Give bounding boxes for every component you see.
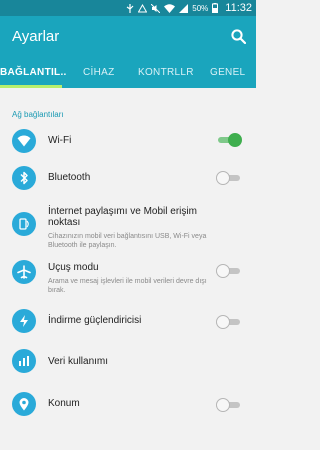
usb-icon (126, 3, 134, 13)
item-subtitle: Arama ve mesaj işlevleri ile mobil veril… (48, 278, 207, 294)
list-item-location[interactable]: Konum (0, 390, 256, 430)
location-toggle[interactable] (216, 398, 242, 412)
tab-controls[interactable]: KONTRLLR (138, 67, 194, 78)
search-icon[interactable] (231, 28, 246, 44)
airplane-mode-toggle[interactable] (216, 264, 242, 278)
status-clock: 11:32 (225, 2, 252, 14)
tab-indicator (0, 85, 62, 88)
battery-percent: 50% (192, 3, 209, 13)
settings-list: Ağ bağlantıları Wi-Fi Bluetooth İnternet… (0, 88, 256, 430)
item-title: Wi-Fi (48, 135, 72, 146)
list-item-airplane-mode[interactable]: Uçuş modu Arama ve mesaj işlevleri ile m… (0, 258, 256, 308)
battery-icon (212, 3, 219, 13)
list-item-download-booster[interactable]: İndirme güçlendiricisi (0, 308, 256, 348)
page-title: Ayarlar (12, 27, 60, 45)
list-item-bluetooth[interactable]: Bluetooth (0, 164, 256, 202)
section-header: Ağ bağlantıları (12, 110, 64, 119)
app-bar: Ayarlar (0, 16, 256, 56)
tab-connections[interactable]: BAĞLANTIL.. (0, 67, 67, 78)
bluetooth-toggle[interactable] (216, 171, 242, 185)
item-title: İnternet paylaşımı ve Mobil erişim nokta… (48, 206, 197, 228)
wifi-toggle[interactable] (216, 133, 242, 147)
wifi-icon (12, 129, 36, 153)
download-booster-icon (12, 309, 36, 333)
status-bar: 50% 11:32 (0, 0, 256, 16)
tab-bar: BAĞLANTIL.. CİHAZ KONTRLLR GENEL (0, 56, 256, 88)
data-usage-icon (12, 349, 36, 373)
tab-general[interactable]: GENEL (210, 67, 245, 78)
signal-icon (179, 3, 189, 13)
item-subtitle: Cihazınızın mobil veri bağlantısını USB,… (48, 233, 207, 249)
wifi-status-icon (164, 3, 176, 13)
item-title: Konum (48, 398, 80, 409)
list-item-wifi[interactable]: Wi-Fi (0, 126, 256, 164)
bluetooth-icon (12, 166, 36, 190)
airplane-icon (12, 260, 36, 284)
tab-device[interactable]: CİHAZ (83, 67, 115, 78)
item-title: Bluetooth (48, 172, 91, 183)
tethering-icon (12, 212, 36, 236)
list-item-tethering[interactable]: İnternet paylaşımı ve Mobil erişim nokta… (0, 202, 256, 258)
list-item-data-usage[interactable]: Veri kullanımı (0, 348, 256, 390)
item-title: Uçuş modu (48, 262, 99, 273)
triangle-icon (138, 3, 148, 12)
item-title: İndirme güçlendiricisi (48, 315, 142, 326)
download-booster-toggle[interactable] (216, 315, 242, 329)
location-icon (12, 392, 36, 416)
mute-icon (151, 3, 161, 13)
item-title: Veri kullanımı (48, 356, 109, 367)
